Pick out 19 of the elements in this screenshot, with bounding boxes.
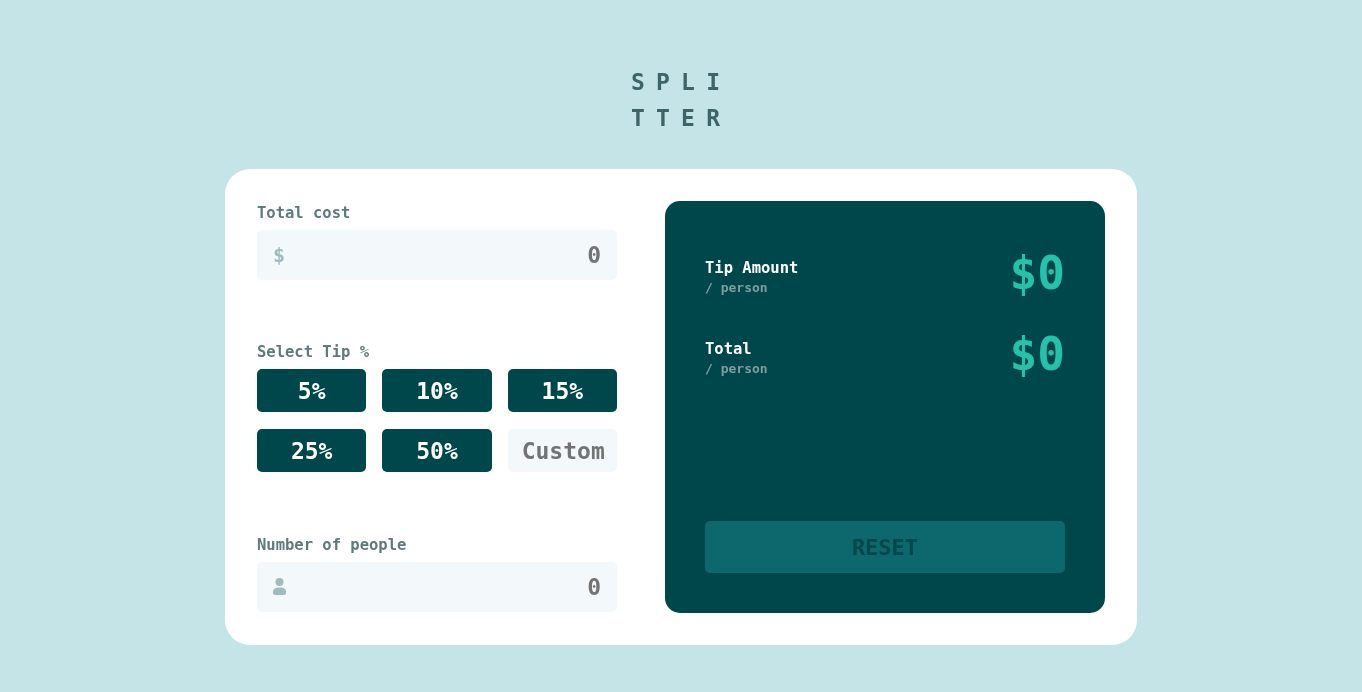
dollar-sign: $ <box>273 243 286 267</box>
per-person-label: / person <box>705 360 768 378</box>
per-person-label: / person <box>705 279 768 297</box>
field-label: Number of people <box>257 535 407 555</box>
custom-tip-field[interactable]: Custom <box>507 429 617 472</box>
field-label: Total cost <box>257 203 351 223</box>
person-icon <box>273 578 286 595</box>
people-input-field[interactable]: 0 <box>257 562 617 612</box>
app-logo: SPLITTER <box>630 68 733 133</box>
result-amount: $0 <box>1009 250 1065 296</box>
tip-button[interactable]: 50% <box>382 429 492 472</box>
tip-button[interactable]: 25% <box>257 429 367 472</box>
tip-button[interactable]: 15% <box>507 369 617 412</box>
result-label: Tip Amount <box>705 258 799 278</box>
field-label: Select Tip % <box>257 342 369 362</box>
result-label: Total <box>705 339 752 359</box>
tip-button[interactable]: 5% <box>257 369 367 412</box>
result-amount: $0 <box>1009 331 1065 377</box>
tip-button[interactable]: 10% <box>382 369 492 412</box>
